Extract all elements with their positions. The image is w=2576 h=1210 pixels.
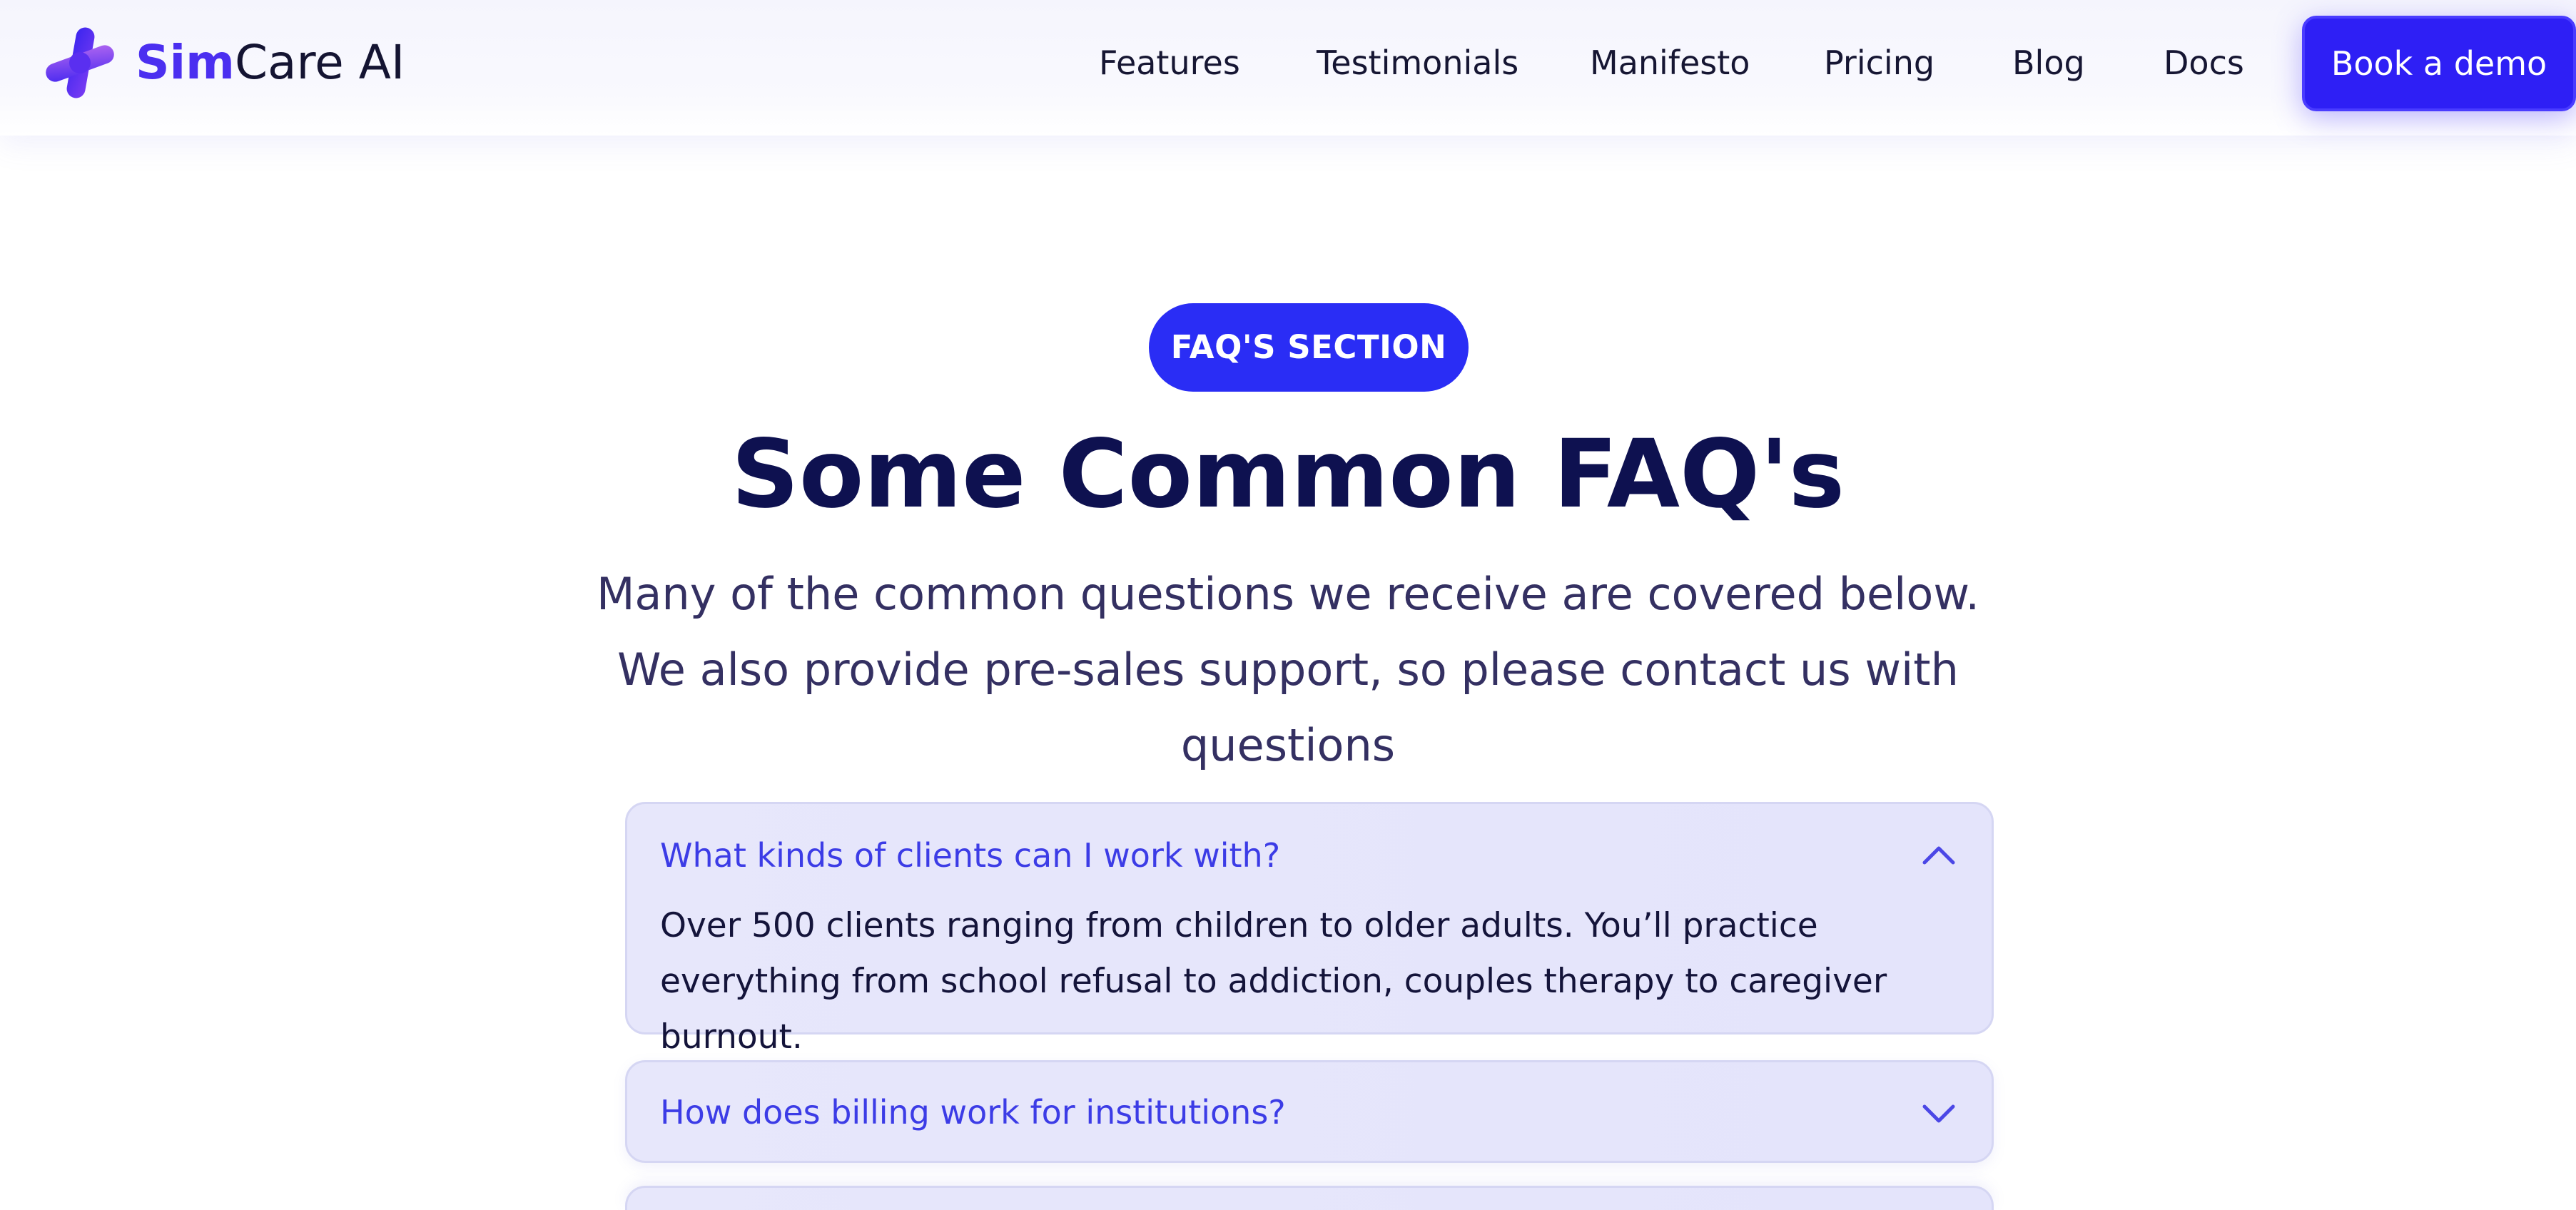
logo-wordmark: SimCare AI <box>136 39 405 86</box>
faq-section-badge: FAQ'S SECTION <box>1149 303 1469 392</box>
book-demo-button[interactable]: Book a demo <box>2302 16 2576 111</box>
site-header: SimCare AI Features Testimonials Manifes… <box>0 0 2576 136</box>
nav-link-docs[interactable]: Docs <box>2164 40 2244 86</box>
faq-question[interactable]: What kinds of clients can I work with? <box>660 833 1280 878</box>
faq-subtitle: Many of the common questions we receive … <box>596 568 1980 771</box>
logo-cross-icon <box>46 27 114 98</box>
logo[interactable]: SimCare AI <box>40 23 405 103</box>
faq-item: What kinds of clients can I work with? O… <box>625 802 1994 1057</box>
faq-title: Some Common FAQ's <box>731 420 1845 529</box>
nav-link-features[interactable]: Features <box>1099 40 1240 86</box>
nav-link-manifesto[interactable]: Manifesto <box>1590 40 1750 86</box>
faq-item-header[interactable]: What kinds of clients can I work with? <box>627 804 1992 904</box>
faq-item-partial[interactable] <box>625 1186 1994 1210</box>
nav-link-testimonials[interactable]: Testimonials <box>1317 40 1518 86</box>
faq-answer: Over 500 clients ranging from children t… <box>660 906 1887 1057</box>
nav-link-blog[interactable]: Blog <box>2012 40 2085 86</box>
logo-text-care: Care AI <box>234 35 405 90</box>
logo-text-sim: Sim <box>136 35 235 90</box>
chevron-down-icon[interactable] <box>1920 1095 1957 1132</box>
chevron-up-icon[interactable] <box>1920 837 1957 874</box>
nav-link-pricing[interactable]: Pricing <box>1824 40 1934 86</box>
faq-item[interactable]: How does billing work for institutions? <box>625 1060 1994 1163</box>
faq-question[interactable]: How does billing work for institutions? <box>660 1089 1286 1135</box>
